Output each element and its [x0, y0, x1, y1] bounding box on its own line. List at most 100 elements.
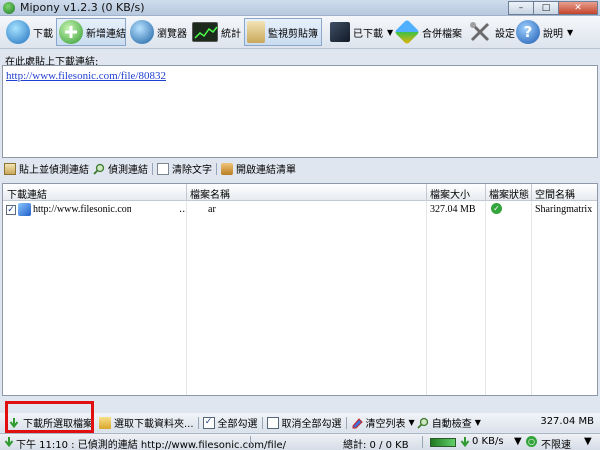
main-toolbar: 下載 新增連結 瀏覽器 統計 監視剪貼簿 已下載 ▼ 合併檔案 設定 ? 說明 — [0, 16, 600, 49]
help-button[interactable]: ? 說明 ▼ — [514, 18, 573, 46]
divider — [422, 436, 423, 448]
choose-folder-button[interactable]: 選取下載資料夾... — [99, 415, 194, 430]
chevron-down-icon[interactable]: ▼ — [409, 418, 415, 427]
minimize-button[interactable]: – — [508, 1, 534, 15]
divider — [152, 162, 153, 175]
folder-icon — [99, 416, 111, 429]
divider — [250, 436, 251, 448]
download-label: 下載 — [33, 28, 53, 40]
column-divider[interactable] — [426, 184, 427, 201]
clear-list-label: 清空列表 — [365, 419, 406, 430]
download-speed: 0 KB/s — [472, 436, 504, 447]
arrow-down-icon — [4, 436, 14, 450]
column-header-server[interactable]: 空間名稱 — [535, 186, 575, 201]
stats-button[interactable]: 統計 — [190, 18, 241, 46]
chevron-down-icon[interactable]: ▼ — [514, 436, 522, 447]
monitor-clipboard-button[interactable]: 監視剪貼簿 — [244, 18, 322, 46]
browser-label: 瀏覽器 — [157, 28, 187, 40]
auto-check-button[interactable]: 自動檢查 — [417, 415, 472, 430]
window-title: Mipony v1.2.3 (0 KB/s) — [20, 1, 145, 14]
chevron-down-icon[interactable]: ▼ — [567, 28, 573, 37]
download-button[interactable]: 下載 — [4, 18, 53, 46]
row-link: http://www.filesonic.com/file — [33, 204, 131, 215]
status-total: 總計: 0 / 0 KB — [343, 440, 409, 450]
chevron-down-icon[interactable]: ▼ — [475, 418, 481, 427]
chart-icon — [192, 22, 218, 42]
column-divider[interactable] — [186, 184, 187, 201]
column-line — [531, 201, 532, 395]
merge-files-button[interactable]: 合併檔案 — [394, 18, 462, 46]
links-textarea[interactable]: http://www.filesonic.com/file/80832 — [2, 65, 598, 158]
paste-icon — [4, 162, 16, 175]
column-header-size[interactable]: 檔案大小 — [430, 186, 470, 201]
add-link-label: 新增連結 — [86, 28, 126, 40]
deselect-all-label: 取消全部勾選 — [281, 419, 342, 430]
select-all-button[interactable]: ✓ 全部勾選 — [202, 415, 258, 430]
tools-icon — [468, 20, 492, 44]
puzzle-icon — [394, 19, 420, 45]
magnifier-icon — [417, 417, 429, 429]
column-line — [485, 201, 486, 395]
paste-detect-button[interactable]: 貼上並偵測連結 — [4, 161, 89, 176]
close-button[interactable]: ✕ — [558, 1, 598, 15]
detect-links-button[interactable]: 偵測連結 — [93, 161, 148, 176]
add-link-button[interactable]: 新增連結 — [56, 18, 126, 46]
clear-text-button[interactable]: 清除文字 — [157, 161, 212, 176]
clipboard-icon — [247, 21, 265, 43]
row-server: Sharingmatrix — [535, 204, 593, 215]
stats-label: 統計 — [221, 28, 241, 40]
table-header: 下載連結 檔案名稱 檔案大小 檔案狀態 空間名稱 — [3, 184, 597, 201]
page-icon — [157, 162, 169, 175]
column-header-status[interactable]: 檔案狀態 — [489, 186, 529, 201]
settings-button[interactable]: 設定 — [466, 18, 515, 46]
open-link-list-button[interactable]: 開啟連結清單 — [221, 161, 296, 176]
help-label: 說明 — [543, 28, 563, 40]
magnifier-icon — [93, 163, 105, 175]
total-size: 327.04 MB — [540, 416, 594, 427]
globe-download-icon — [6, 20, 30, 44]
divider — [216, 162, 217, 175]
downloaded-button[interactable]: 已下載 ▼ — [328, 18, 393, 46]
maximize-button[interactable]: □ — [533, 1, 559, 15]
merge-files-label: 合併檔案 — [422, 28, 462, 40]
checkbox-checked-icon: ✓ — [202, 416, 215, 429]
film-icon — [330, 22, 350, 42]
chevron-down-icon[interactable]: ▼ — [387, 28, 393, 37]
speed-limit-icon: ○ — [526, 436, 537, 447]
app-icon — [3, 2, 15, 14]
speed-limit[interactable]: 不限速 — [541, 436, 571, 450]
downloaded-label: 已下載 — [353, 28, 383, 40]
divider — [261, 416, 263, 429]
row-filename: ar — [208, 204, 216, 215]
column-line — [186, 201, 187, 395]
divider — [197, 416, 199, 429]
browser-button[interactable]: 瀏覽器 — [128, 18, 187, 46]
links-toolbar: 貼上並偵測連結 偵測連結 清除文字 開啟連結清單 — [0, 160, 600, 177]
pasted-url[interactable]: http://www.filesonic.com/file/80832 — [6, 70, 166, 82]
clear-list-button[interactable]: 清空列表 — [351, 415, 406, 430]
status-bar: 下午 11:10 : 已偵測的連結 http://www.filesonic.c… — [0, 433, 600, 450]
arrow-down-icon — [460, 436, 470, 450]
plus-icon — [59, 20, 83, 44]
chevron-down-icon[interactable]: ▼ — [584, 436, 592, 447]
row-link-ellipsis: .. — [179, 204, 186, 215]
open-link-list-label: 開啟連結清單 — [236, 165, 296, 176]
check-circle-icon: ✓ — [491, 203, 502, 214]
column-divider[interactable] — [485, 184, 486, 201]
downloads-table: 下載連結 檔案名稱 檔案大小 檔案狀態 空間名稱 ✓ http://www.fi… — [2, 183, 598, 396]
row-checkbox[interactable]: ✓ — [6, 205, 16, 215]
title-bar: Mipony v1.2.3 (0 KB/s) – □ ✕ — [0, 0, 600, 16]
column-header-link[interactable]: 下載連結 — [7, 186, 47, 201]
choose-folder-label: 選取下載資料夾... — [114, 419, 194, 430]
column-divider[interactable] — [531, 184, 532, 201]
globe-icon — [130, 20, 154, 44]
column-header-filename[interactable]: 檔案名稱 — [190, 186, 230, 201]
eraser-icon — [351, 417, 363, 429]
detect-links-label: 偵測連結 — [108, 165, 148, 176]
row-status: ✓ — [486, 202, 506, 216]
highlight-annotation — [5, 401, 94, 433]
speed-icon — [430, 436, 456, 450]
status-message: 下午 11:10 : 已偵測的連結 http://www.filesonic.c… — [16, 440, 287, 450]
table-row[interactable]: ✓ http://www.filesonic.com/file .. ar 32… — [3, 202, 597, 218]
deselect-all-button[interactable]: 取消全部勾選 — [266, 415, 342, 430]
